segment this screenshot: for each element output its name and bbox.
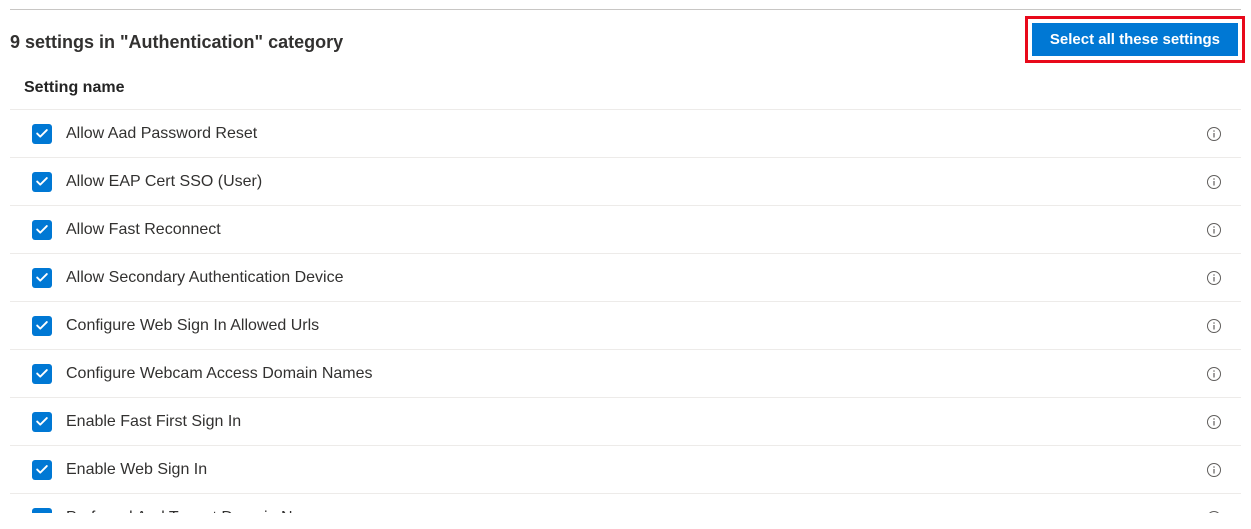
setting-row[interactable]: Allow EAP Cert SSO (User) xyxy=(10,158,1241,206)
setting-row[interactable]: Configure Webcam Access Domain Names xyxy=(10,350,1241,398)
category-title: 9 settings in "Authentication" category xyxy=(10,32,343,53)
checkmark-icon xyxy=(35,367,49,381)
checkmark-icon xyxy=(35,223,49,237)
settings-list-wrapper: Allow Aad Password Reset Allow EAP Cert S… xyxy=(10,109,1241,513)
setting-checkbox[interactable] xyxy=(32,220,52,240)
checkmark-icon xyxy=(35,271,49,285)
setting-row[interactable]: Allow Fast Reconnect xyxy=(10,206,1241,254)
setting-label: Configure Webcam Access Domain Names xyxy=(66,365,1205,383)
checkmark-icon xyxy=(35,511,49,514)
setting-checkbox[interactable] xyxy=(32,460,52,480)
checkmark-icon xyxy=(35,319,49,333)
checkmark-icon xyxy=(35,175,49,189)
setting-label: Allow Fast Reconnect xyxy=(66,221,1205,239)
setting-checkbox[interactable] xyxy=(32,508,52,514)
checkmark-icon xyxy=(35,415,49,429)
setting-row[interactable]: Enable Web Sign In xyxy=(10,446,1241,494)
setting-checkbox[interactable] xyxy=(32,364,52,384)
info-icon[interactable] xyxy=(1205,365,1223,383)
setting-label: Enable Web Sign In xyxy=(66,461,1205,479)
setting-label: Preferred Aad Tenant Domain Name xyxy=(66,509,1205,514)
setting-row[interactable]: Configure Web Sign In Allowed Urls xyxy=(10,302,1241,350)
setting-row[interactable]: Allow Secondary Authentication Device xyxy=(10,254,1241,302)
settings-list[interactable]: Allow Aad Password Reset Allow EAP Cert S… xyxy=(10,110,1241,513)
setting-label: Configure Web Sign In Allowed Urls xyxy=(66,317,1205,335)
info-icon[interactable] xyxy=(1205,317,1223,335)
setting-checkbox[interactable] xyxy=(32,316,52,336)
info-icon[interactable] xyxy=(1205,509,1223,514)
setting-row[interactable]: Enable Fast First Sign In xyxy=(10,398,1241,446)
select-all-button[interactable]: Select all these settings xyxy=(1032,23,1238,56)
info-icon[interactable] xyxy=(1205,461,1223,479)
settings-panel: 9 settings in "Authentication" category … xyxy=(0,9,1251,529)
setting-label: Allow EAP Cert SSO (User) xyxy=(66,173,1205,191)
setting-checkbox[interactable] xyxy=(32,172,52,192)
checkmark-icon xyxy=(35,463,49,477)
setting-label: Allow Secondary Authentication Device xyxy=(66,269,1205,287)
setting-row[interactable]: Allow Aad Password Reset xyxy=(10,110,1241,158)
setting-checkbox[interactable] xyxy=(32,268,52,288)
header-row: 9 settings in "Authentication" category … xyxy=(0,10,1251,63)
select-all-highlight: Select all these settings xyxy=(1025,16,1245,63)
info-icon[interactable] xyxy=(1205,413,1223,431)
setting-checkbox[interactable] xyxy=(32,124,52,144)
column-header-name: Setting name xyxy=(0,63,1251,109)
info-icon[interactable] xyxy=(1205,173,1223,191)
setting-label: Allow Aad Password Reset xyxy=(66,125,1205,143)
setting-row[interactable]: Preferred Aad Tenant Domain Name xyxy=(10,494,1241,513)
info-icon[interactable] xyxy=(1205,269,1223,287)
checkmark-icon xyxy=(35,127,49,141)
info-icon[interactable] xyxy=(1205,125,1223,143)
setting-checkbox[interactable] xyxy=(32,412,52,432)
setting-label: Enable Fast First Sign In xyxy=(66,413,1205,431)
info-icon[interactable] xyxy=(1205,221,1223,239)
